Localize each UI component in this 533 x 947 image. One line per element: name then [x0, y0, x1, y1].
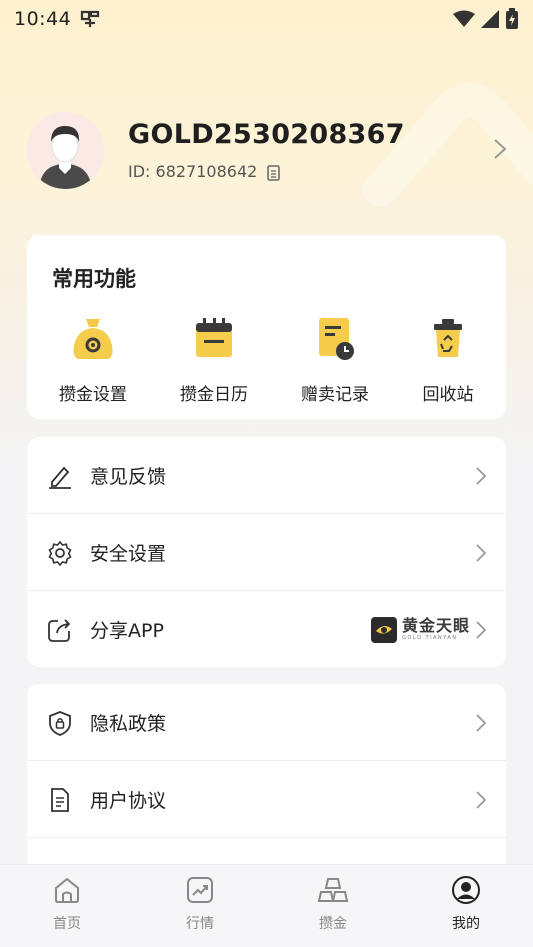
brand-subtitle: GOLD TIANYAN — [401, 635, 458, 641]
func-label: 攒金日历 — [180, 385, 248, 405]
menu-item-privacy-policy[interactable]: 隐私政策 — [27, 684, 506, 761]
calendar-icon — [196, 318, 232, 357]
pen-icon — [49, 466, 71, 489]
tab-label: 我的 — [452, 916, 480, 932]
menu-item-share-app[interactable]: 分享APP 黄金天眼 GOLD TIANYAN — [27, 591, 506, 668]
func-label: 赠卖记录 — [301, 385, 369, 405]
common-functions-title: 常用功能 — [52, 267, 136, 291]
tab-market[interactable]: 行情 — [160, 875, 240, 933]
func-item-savings-settings[interactable]: 攒金设置 — [43, 313, 143, 405]
bottom-tab-bar: 首页 行情 攒金 我的 — [0, 864, 533, 947]
chevron-right-icon — [476, 713, 486, 732]
user-icon — [452, 876, 480, 904]
menu-label: 安全设置 — [90, 543, 167, 565]
avatar[interactable] — [27, 111, 104, 189]
func-item-trade-records[interactable]: 赠卖记录 — [285, 313, 385, 405]
copy-icon[interactable] — [265, 163, 281, 181]
record-clock-icon — [319, 318, 354, 360]
settings-menu-card: 意见反馈 安全设置 分享APP 黄金天眼 GOLD TIANYAN — [27, 437, 506, 667]
brand-logo: 黄金天眼 GOLD TIANYAN — [370, 616, 470, 643]
status-time: 10:44 — [14, 8, 72, 30]
chevron-right-icon — [476, 543, 486, 562]
signal-icon — [481, 10, 499, 28]
chevron-right-icon — [476, 790, 486, 809]
home-icon — [55, 877, 79, 903]
divider — [27, 837, 506, 838]
share-icon — [48, 618, 71, 642]
app-notification-icon — [81, 10, 100, 27]
func-label: 回收站 — [422, 385, 474, 405]
tab-savings[interactable]: 攒金 — [293, 875, 373, 933]
money-bag-gear-icon — [73, 319, 113, 359]
func-item-savings-calendar[interactable]: 攒金日历 — [164, 313, 264, 405]
gold-bars-icon — [317, 878, 349, 902]
brand-name: 黄金天眼 — [401, 616, 470, 635]
profile-header[interactable]: GOLD2530208367 ID: 6827108642 — [27, 110, 507, 190]
document-icon — [51, 787, 69, 812]
status-bar: 10:44 — [0, 0, 533, 38]
wifi-icon — [453, 10, 475, 27]
tab-home[interactable]: 首页 — [27, 875, 107, 933]
chevron-right-icon — [476, 620, 486, 639]
menu-label: 意见反馈 — [90, 466, 167, 488]
policy-menu-card: 隐私政策 用户协议 — [27, 684, 506, 884]
profile-chevron-right-icon[interactable] — [493, 138, 507, 160]
menu-label: 分享APP — [90, 620, 164, 642]
tab-label: 攒金 — [319, 916, 347, 932]
func-label: 攒金设置 — [59, 385, 127, 405]
chart-icon — [187, 877, 213, 903]
menu-label: 用户协议 — [90, 790, 167, 812]
avatar-person-icon — [27, 111, 104, 189]
menu-item-feedback[interactable]: 意见反馈 — [27, 437, 506, 514]
menu-label: 隐私政策 — [90, 713, 167, 735]
user-id: ID: 6827108642 — [128, 162, 258, 181]
tab-mine[interactable]: 我的 — [426, 875, 506, 933]
chevron-right-icon — [476, 466, 486, 485]
tab-label: 行情 — [186, 916, 214, 932]
gold-tianyan-logo-icon — [370, 616, 397, 643]
user-name: GOLD2530208367 — [128, 119, 405, 150]
recycle-bin-icon — [434, 319, 462, 357]
func-item-recycle-bin[interactable]: 回收站 — [398, 313, 498, 405]
common-functions-card: 常用功能 攒金设置 攒金日历 赠卖记录 回收站 — [27, 235, 506, 419]
shield-lock-icon — [49, 710, 71, 736]
gear-icon — [48, 540, 72, 566]
menu-item-security[interactable]: 安全设置 — [27, 514, 506, 591]
menu-item-user-agreement[interactable]: 用户协议 — [27, 761, 506, 838]
tab-label: 首页 — [53, 916, 81, 932]
battery-icon — [506, 8, 518, 29]
